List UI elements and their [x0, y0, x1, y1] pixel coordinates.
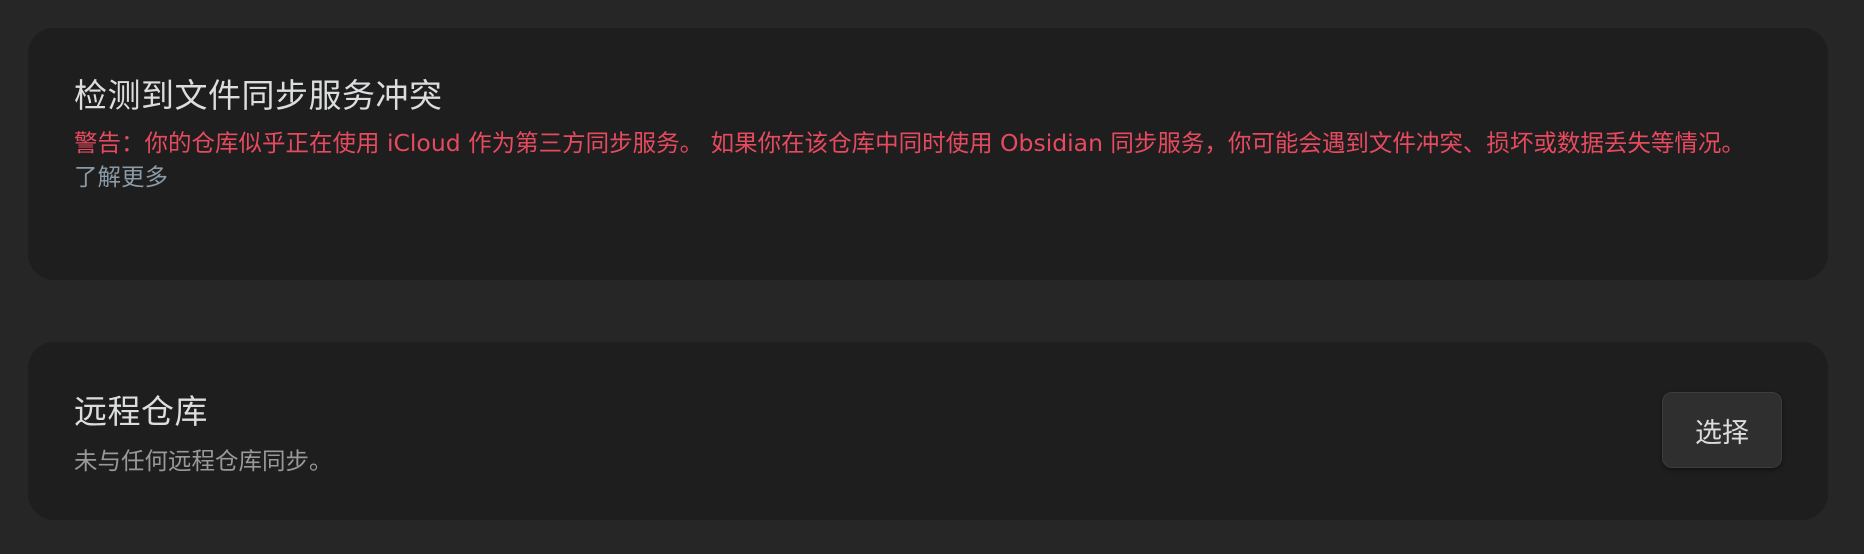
- sync-conflict-warning: 警告：你的仓库似乎正在使用 iCloud 作为第三方同步服务。 如果你在该仓库中…: [74, 129, 1745, 157]
- choose-remote-vault-button[interactable]: 选择: [1662, 392, 1782, 468]
- remote-vault-title: 远程仓库: [74, 392, 208, 431]
- sync-conflict-card: 检测到文件同步服务冲突 警告：你的仓库似乎正在使用 iCloud 作为第三方同步…: [28, 28, 1828, 280]
- learn-more-link[interactable]: 了解更多: [74, 160, 168, 194]
- remote-vault-card: 远程仓库 未与任何远程仓库同步。 选择: [28, 342, 1828, 520]
- sync-settings-page: 检测到文件同步服务冲突 警告：你的仓库似乎正在使用 iCloud 作为第三方同步…: [0, 0, 1864, 554]
- sync-conflict-title: 检测到文件同步服务冲突: [74, 76, 443, 115]
- remote-vault-description: 未与任何远程仓库同步。: [74, 447, 333, 475]
